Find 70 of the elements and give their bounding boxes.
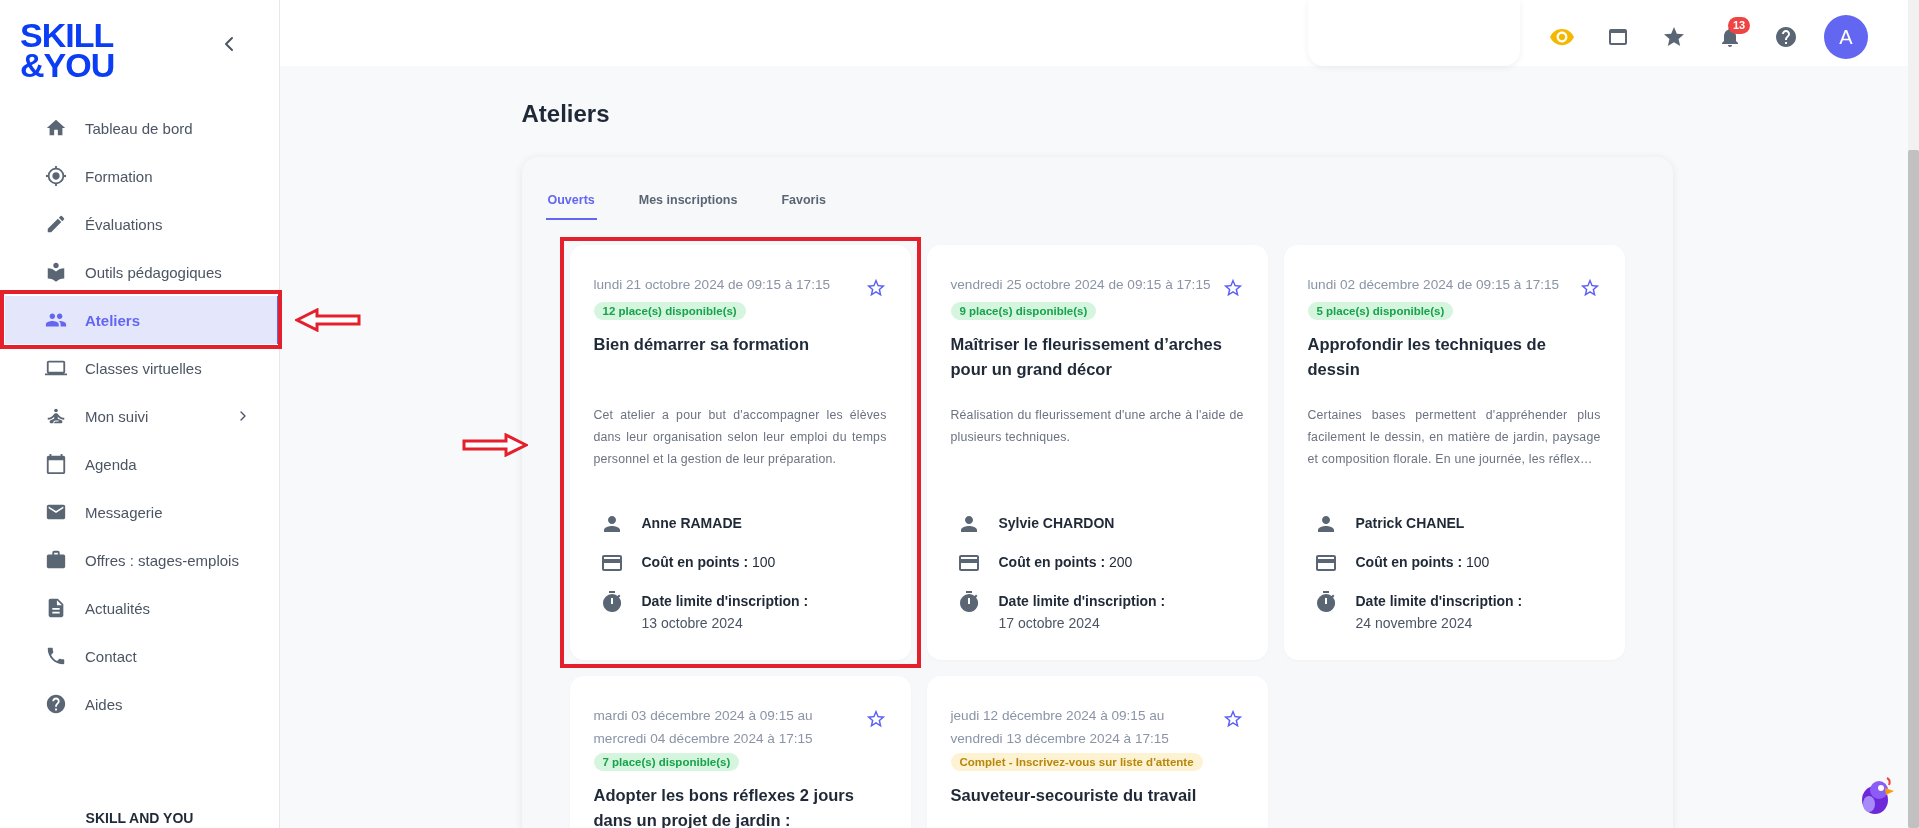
availability-badge: 5 place(s) disponible(s) bbox=[1307, 302, 1454, 320]
tab[interactable]: Favoris bbox=[779, 193, 828, 220]
tab[interactable]: Mes inscriptions bbox=[636, 193, 740, 220]
pencil-icon bbox=[45, 213, 67, 235]
sidebar-item[interactable]: Évaluations bbox=[5, 200, 279, 248]
workshop-date: jeudi 12 décembre 2024 à 09:15 au vendredi 13 décembre 2024 à 17:15 bbox=[950, 707, 1170, 748]
trainer-name: Sylvie CHARDON bbox=[998, 515, 1115, 531]
workshop-card[interactable]: jeudi 12 décembre 2024 à 09:15 au vendredi 13 décembre 2024 à 17:15 Complet - Inscrivez-vous sur liste d'attente Sauveteur-secouriste du travail bbox=[926, 676, 1268, 828]
workshop-card[interactable] bbox=[926, 245, 1268, 660]
favorite-star-icon[interactable] bbox=[1221, 277, 1244, 299]
reader-book-icon bbox=[45, 261, 67, 283]
sidebar-item[interactable]: Offres : stages-emplois bbox=[5, 536, 279, 584]
sidebar-item[interactable]: Contact bbox=[5, 632, 279, 680]
cost-label: Coût en points : bbox=[998, 554, 1106, 570]
workshop-title[interactable]: Maîtriser le fleurissement d’arches pour un grand décor bbox=[950, 332, 1244, 382]
favorite-star-icon[interactable] bbox=[864, 708, 887, 730]
availability-badge: 7 place(s) disponible(s) bbox=[593, 753, 740, 771]
sidebar-item[interactable]: Agenda bbox=[5, 440, 279, 488]
cost-label: Coût en points : bbox=[641, 554, 749, 570]
avatar[interactable]: A bbox=[1824, 15, 1868, 59]
trainer-name: Anne RAMADE bbox=[641, 515, 742, 531]
deadline-date: 17 octobre 2024 bbox=[998, 614, 1101, 633]
sidebar-item[interactable]: Mon suivi bbox=[5, 392, 279, 440]
sidebar-item[interactable]: Messagerie bbox=[5, 488, 279, 536]
phone-icon bbox=[45, 645, 67, 667]
deadline-label: Date limite d'inscription : bbox=[1355, 592, 1523, 611]
callout-arrow bbox=[295, 308, 361, 332]
notification-count: 13 bbox=[1728, 17, 1751, 34]
favorite-star-icon[interactable] bbox=[1578, 277, 1601, 299]
favorite-star-icon[interactable] bbox=[864, 277, 887, 299]
help-icon bbox=[45, 693, 67, 715]
scrollbar[interactable] bbox=[1908, 0, 1919, 828]
footer-brand: SKILL AND YOU bbox=[84, 810, 195, 828]
workshop-title[interactable]: Approfondir les techniques de dessin bbox=[1307, 332, 1601, 382]
deadline-label: Date limite d'inscription : bbox=[641, 592, 809, 611]
availability-badge: 12 place(s) disponible(s) bbox=[593, 302, 746, 320]
workshop-title[interactable]: Sauveteur-secouriste du travail bbox=[950, 783, 1244, 828]
workshop-date: vendredi 25 octobre 2024 de 09:15 à 17:15 bbox=[950, 276, 1212, 294]
crosshair-icon bbox=[45, 165, 67, 187]
workshop-date: lundi 02 décembre 2024 de 09:15 à 17:15 bbox=[1307, 276, 1561, 294]
workshop-description: Certaines bases permettent d'appréhender plus facilement le dessin, en matière de jardin, paysage et composition florale. En une journée, les réflex… bbox=[1307, 407, 1601, 468]
sidebar-item[interactable]: Outils pédagogiques bbox=[5, 248, 279, 296]
cost-value: 200 bbox=[1108, 554, 1133, 570]
sidebar-item[interactable]: Aides bbox=[5, 680, 279, 728]
cost-value: 100 bbox=[1465, 554, 1490, 570]
sidebar-item[interactable]: Ateliers bbox=[5, 296, 279, 344]
deadline-date: 13 octobre 2024 bbox=[641, 614, 744, 633]
calendar-icon bbox=[45, 453, 67, 475]
logo[interactable]: SKILL &YOU bbox=[20, 20, 115, 80]
sidebar-item[interactable]: Formation bbox=[5, 152, 279, 200]
deadline-date: 24 novembre 2024 bbox=[1355, 614, 1474, 633]
availability-badge: 9 place(s) disponible(s) bbox=[950, 302, 1097, 320]
deadline-label: Date limite d'inscription : bbox=[998, 592, 1166, 611]
trainer-name: Patrick CHANEL bbox=[1355, 515, 1465, 531]
workshop-title[interactable]: Bien démarrer sa formation bbox=[593, 332, 887, 382]
workshop-description: Cet atelier a pour but d'accompagner les élèves dans leur organisation selon leur emploi du temps personnel et la gestion de leur préparation. bbox=[593, 407, 887, 468]
sidebar-item[interactable]: Classes virtuelles bbox=[5, 344, 279, 392]
favorite-star-icon[interactable] bbox=[1221, 708, 1244, 730]
workshop-date: lundi 21 octobre 2024 de 09:15 à 17:15 bbox=[593, 276, 832, 294]
sidebar-item[interactable]: Actualités bbox=[5, 584, 279, 632]
page-title: Ateliers bbox=[521, 100, 611, 128]
workshop-card[interactable] bbox=[1283, 245, 1625, 660]
cost-label: Coût en points : bbox=[1355, 554, 1463, 570]
workshop-date: mardi 03 décembre 2024 à 09:15 au mercredi 04 décembre 2024 à 17:15 bbox=[593, 707, 814, 748]
tab[interactable]: Ouverts bbox=[545, 193, 597, 220]
sidebar-item[interactable]: Tableau de bord bbox=[5, 104, 279, 152]
workshop-description: Réalisation du fleurissement d'une arche à l'aide de plusieurs techniques. bbox=[950, 407, 1244, 446]
briefcase-icon bbox=[45, 549, 67, 571]
availability-badge: Complet - Inscrivez-vous sur liste d'attente bbox=[950, 753, 1203, 771]
cost-value: 100 bbox=[751, 554, 776, 570]
